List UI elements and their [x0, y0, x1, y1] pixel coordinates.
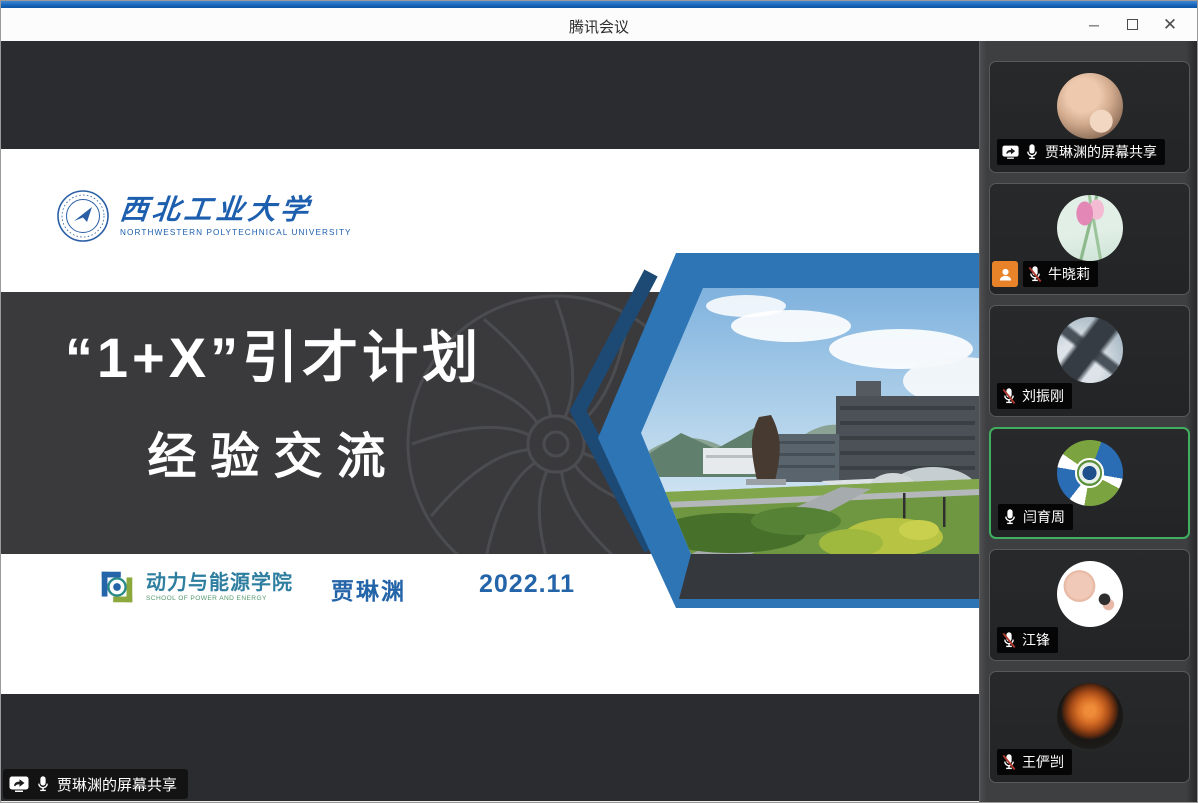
- maximize-button[interactable]: [1113, 8, 1151, 41]
- maximize-icon: [1127, 19, 1138, 30]
- participant-name: 牛晓莉: [1048, 264, 1090, 284]
- participant-label: 贾琳渊的屏幕共享: [997, 139, 1165, 165]
- presenter-name: 贾琳渊: [331, 572, 406, 606]
- mic-icon: [1025, 143, 1039, 161]
- university-name-en: NORTHWESTERN POLYTECHNICAL UNIVERSITY: [120, 228, 352, 237]
- participant-name: 贾琳渊的屏幕共享: [1045, 142, 1157, 162]
- window-controls: ─ ✕: [1075, 8, 1189, 41]
- person-badge: [992, 261, 1018, 287]
- participant-avatar: [1057, 317, 1123, 383]
- participant-label: 江锋: [997, 627, 1058, 653]
- mic-icon: [1002, 753, 1016, 771]
- mic-icon: [1003, 508, 1017, 526]
- college-logo: 动力与能源学院 SCHOOL OF POWER AND ENERGY: [96, 566, 293, 608]
- participant-tile[interactable]: 闫育周: [989, 427, 1190, 539]
- college-name-cn: 动力与能源学院: [146, 572, 293, 595]
- window-accent-stripe: [1, 1, 1197, 8]
- participant-name: 江锋: [1022, 630, 1050, 650]
- participant-avatar: [1057, 195, 1123, 261]
- college-name-en: SCHOOL OF POWER AND ENERGY: [146, 595, 293, 602]
- participant-tile[interactable]: 王俨剀: [989, 671, 1190, 783]
- person-icon: [997, 266, 1014, 283]
- participant-avatar: [1057, 561, 1123, 627]
- participant-label: 闫育周: [998, 504, 1073, 530]
- participant-avatar: [1057, 73, 1123, 139]
- screen-share-label: 贾琳渊的屏幕共享: [57, 774, 177, 795]
- participant-label: 牛晓莉: [1023, 261, 1098, 287]
- participant-tile[interactable]: 江锋: [989, 549, 1190, 661]
- titlebar[interactable]: 腾讯会议 ─ ✕: [1, 8, 1197, 41]
- slide-date: 2022.11: [479, 570, 575, 599]
- participant-label: 刘振刚: [997, 383, 1072, 409]
- mic-icon: [36, 775, 50, 793]
- participant-tile[interactable]: 刘振刚: [989, 305, 1190, 417]
- slide-title-line2: 经验交流: [1, 433, 546, 482]
- window-title: 腾讯会议: [1, 16, 1197, 37]
- slide-title-line1: “1+X”引才计划: [1, 330, 546, 386]
- mic-icon: [1028, 265, 1042, 283]
- participant-name: 闫育周: [1023, 507, 1065, 527]
- participant-avatar: [1057, 683, 1123, 749]
- screen-share-icon: [9, 776, 29, 792]
- slide-title: “1+X”引才计划 经验交流: [1, 330, 546, 482]
- campus-photo: [641, 288, 979, 557]
- presentation-slide: 西北工业大学 NORTHWESTERN POLYTECHNICAL UNIVER…: [1, 149, 979, 694]
- screen-share-icon: [1002, 145, 1019, 159]
- close-button[interactable]: ✕: [1151, 8, 1189, 41]
- screen-share-indicator: 贾琳渊的屏幕共享: [3, 769, 188, 799]
- participant-tile[interactable]: 牛晓莉: [989, 183, 1190, 295]
- mic-icon: [1002, 387, 1016, 405]
- participant-label: 王俨剀: [997, 749, 1072, 775]
- university-name-cn: 西北工业大学: [118, 195, 353, 226]
- npu-seal-icon: [56, 189, 110, 243]
- shared-screen-area: 西北工业大学 NORTHWESTERN POLYTECHNICAL UNIVER…: [1, 41, 979, 803]
- participant-name: 王俨剀: [1022, 752, 1064, 772]
- participant-avatar: [1057, 440, 1123, 506]
- university-logo: 西北工业大学 NORTHWESTERN POLYTECHNICAL UNIVER…: [56, 189, 352, 243]
- participants-sidebar: 贾琳渊的屏幕共享 牛晓莉: [979, 41, 1198, 803]
- meeting-window: 腾讯会议 ─ ✕ 西北工业大学 NORTHWESTERN POLYTECHNIC…: [0, 0, 1198, 803]
- participant-tile[interactable]: 贾琳渊的屏幕共享: [989, 61, 1190, 173]
- slide-graphic: [541, 241, 979, 621]
- participant-list: 贾琳渊的屏幕共享 牛晓莉: [980, 41, 1198, 783]
- participant-name: 刘振刚: [1022, 386, 1064, 406]
- minimize-button[interactable]: ─: [1075, 8, 1113, 41]
- college-logo-icon: [96, 566, 138, 608]
- mic-icon: [1002, 631, 1016, 649]
- photo-shadow-strip: [679, 554, 979, 599]
